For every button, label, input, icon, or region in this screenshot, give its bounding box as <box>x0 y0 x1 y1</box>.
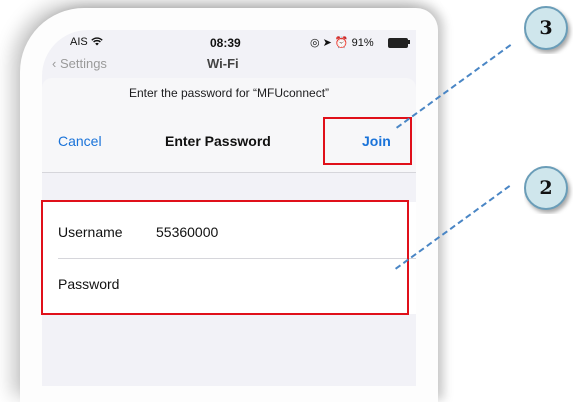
cancel-button[interactable]: Cancel <box>58 133 102 149</box>
sheet-title: Enter Password <box>165 133 271 149</box>
carrier-text: AIS <box>70 36 88 48</box>
password-prompt: Enter the password for “MFUconnect” <box>128 86 330 100</box>
back-label: Settings <box>59 56 107 71</box>
status-icons: ◎ ➤ ⏰ 91% <box>310 37 374 49</box>
step-badge-3: 3 <box>524 6 568 50</box>
background-nav: ‹ Settings Wi-Fi <box>42 54 416 80</box>
form-highlight-box <box>41 200 409 315</box>
back-settings-link: ‹ Settings <box>52 56 107 71</box>
background-title: Wi-Fi <box>207 56 239 71</box>
battery-nub <box>408 40 410 44</box>
carrier-label: AIS <box>70 36 103 48</box>
status-bar: AIS 08:39 ◎ ➤ ⏰ 91% <box>42 30 416 54</box>
badge-2-wrapper: 2 <box>524 166 573 214</box>
step-badge-2: 2 <box>524 166 568 210</box>
battery-icon <box>388 38 408 48</box>
status-time: 08:39 <box>210 36 241 50</box>
wifi-icon <box>91 36 103 48</box>
badge-3-wrapper: 3 <box>524 6 573 54</box>
